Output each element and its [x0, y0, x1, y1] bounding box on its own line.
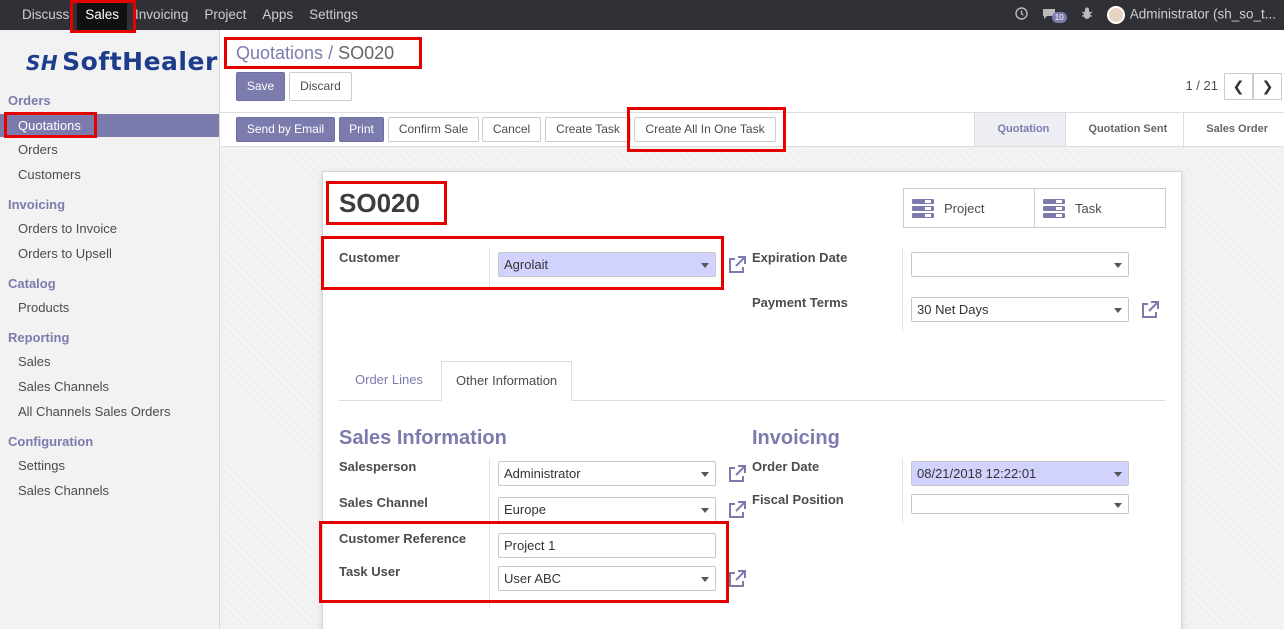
sidebar-group-catalog: Catalog: [8, 276, 56, 291]
messages-icon[interactable]: 10: [1042, 8, 1067, 23]
systray: 10 Administrator (sh_so_t...: [1015, 0, 1276, 30]
menu-settings[interactable]: Settings: [301, 0, 366, 30]
sidebar-item-config-sales-channels[interactable]: Sales Channels: [0, 479, 219, 502]
sales-channel-select[interactable]: Europe: [498, 497, 716, 522]
payment-terms-select[interactable]: 30 Net Days: [911, 297, 1129, 322]
sidebar-item-products[interactable]: Products: [0, 296, 219, 319]
page-title: SO020: [339, 188, 420, 218]
sidebar-group-invoicing: Invoicing: [8, 197, 66, 212]
stage-sales-order[interactable]: Sales Order: [1183, 113, 1284, 146]
expiration-date-label: Expiration Date: [752, 250, 848, 265]
pager-next-button[interactable]: ❯: [1253, 73, 1282, 100]
caret-down-icon: [701, 577, 709, 582]
clock-icon[interactable]: [1015, 7, 1028, 23]
sidebar-item-orders-to-upsell[interactable]: Orders to Upsell: [0, 242, 219, 265]
message-count-badge: 10: [1051, 11, 1067, 23]
send-by-email-button[interactable]: Send by Email: [236, 117, 335, 142]
sidebar-group-orders: Orders: [8, 93, 51, 108]
sales-information-heading: Sales Information: [339, 427, 507, 449]
task-user-label: Task User: [339, 564, 401, 579]
fiscal-position-label: Fiscal Position: [752, 492, 844, 507]
create-task-button[interactable]: Create Task: [545, 117, 631, 142]
sidebar-item-quotations[interactable]: Quotations: [0, 114, 219, 137]
order-date-input[interactable]: 08/21/2018 12:22:01: [911, 461, 1129, 486]
menu-apps[interactable]: Apps: [254, 0, 301, 30]
breadcrumb-quotations[interactable]: Quotations: [236, 43, 323, 63]
customer-reference-input[interactable]: Project 1: [498, 533, 716, 558]
sidebar-item-orders-to-invoice[interactable]: Orders to Invoice: [0, 217, 219, 240]
sidebar-item-sales-channels[interactable]: Sales Channels: [0, 375, 219, 398]
breadcrumb: Quotations / SO020: [236, 43, 395, 63]
menu-invoicing[interactable]: Invoicing: [127, 0, 196, 30]
external-link-icon[interactable]: [727, 464, 747, 484]
salesperson-select[interactable]: Administrator: [498, 461, 716, 486]
task-icon: [1043, 199, 1065, 218]
tab-order-lines[interactable]: Order Lines: [341, 361, 437, 401]
salesperson-label: Salesperson: [339, 459, 417, 474]
user-menu[interactable]: Administrator (sh_so_t...: [1106, 6, 1276, 24]
create-all-in-one-task-button[interactable]: Create All In One Task: [634, 117, 776, 142]
menu-project[interactable]: Project: [196, 0, 254, 30]
user-name: Administrator (sh_so_t...: [1129, 6, 1276, 22]
pager-previous-button[interactable]: ❮: [1224, 73, 1253, 100]
company-logo: SH SoftHealer: [26, 47, 218, 76]
app-menu: Discuss Sales Invoicing Project Apps Set…: [14, 0, 366, 30]
stage-quotation[interactable]: Quotation: [974, 113, 1066, 146]
customer-reference-label: Customer Reference: [339, 531, 467, 546]
customer-label: Customer: [339, 250, 400, 265]
expiration-date-input[interactable]: [911, 252, 1129, 277]
project-icon: [912, 199, 934, 218]
discard-button[interactable]: Discard: [289, 72, 352, 101]
menu-discuss[interactable]: Discuss: [14, 0, 77, 30]
top-navbar: Discuss Sales Invoicing Project Apps Set…: [0, 0, 1284, 30]
status-stages: Quotation Quotation Sent Sales Order: [974, 113, 1284, 146]
sidebar-item-orders[interactable]: Orders: [0, 138, 219, 161]
caret-down-icon: [701, 508, 709, 513]
confirm-sale-button[interactable]: Confirm Sale: [388, 117, 479, 142]
external-link-icon[interactable]: [727, 500, 747, 520]
external-link-icon[interactable]: [727, 255, 747, 275]
save-button[interactable]: Save: [236, 72, 285, 101]
tab-other-information[interactable]: Other Information: [441, 361, 573, 401]
payment-terms-label: Payment Terms: [752, 295, 848, 310]
stage-quotation-sent[interactable]: Quotation Sent: [1065, 113, 1183, 146]
breadcrumb-current: SO020: [338, 43, 395, 63]
sidebar-item-settings[interactable]: Settings: [0, 454, 219, 477]
caret-down-icon: [1114, 308, 1122, 313]
sales-channel-label: Sales Channel: [339, 495, 428, 510]
caret-down-icon: [701, 263, 709, 268]
task-user-select[interactable]: User ABC: [498, 566, 716, 591]
caret-down-icon: [1114, 263, 1122, 268]
sidebar-item-sales[interactable]: Sales: [0, 350, 219, 373]
sidebar-item-customers[interactable]: Customers: [0, 163, 219, 186]
sidebar: SH SoftHealer Orders Quotations Orders Cu…: [0, 30, 220, 629]
task-smart-button[interactable]: Task: [1034, 188, 1166, 228]
cancel-button[interactable]: Cancel: [482, 117, 541, 142]
menu-sales[interactable]: Sales: [77, 0, 128, 30]
sidebar-item-all-channels-sales-orders[interactable]: All Channels Sales Orders: [0, 400, 219, 423]
chevron-right-icon: ❯: [1261, 78, 1274, 94]
caret-down-icon: [701, 472, 709, 477]
pager-value: 1 / 21: [1185, 78, 1218, 93]
caret-down-icon: [1114, 472, 1122, 477]
print-button[interactable]: Print: [339, 117, 384, 142]
caret-down-icon: [1114, 503, 1122, 508]
fiscal-position-select[interactable]: [911, 494, 1129, 514]
order-date-label: Order Date: [752, 459, 820, 474]
external-link-icon[interactable]: [1140, 300, 1160, 320]
invoicing-heading: Invoicing: [752, 427, 840, 449]
external-link-icon[interactable]: [727, 569, 747, 589]
bug-icon[interactable]: [1081, 7, 1093, 23]
customer-select[interactable]: Agrolait: [498, 252, 716, 277]
project-smart-button[interactable]: Project: [903, 188, 1035, 228]
sidebar-group-reporting: Reporting: [8, 330, 70, 345]
chevron-left-icon: ❮: [1232, 78, 1245, 94]
avatar: [1106, 6, 1125, 24]
sidebar-group-configuration: Configuration: [8, 434, 94, 449]
